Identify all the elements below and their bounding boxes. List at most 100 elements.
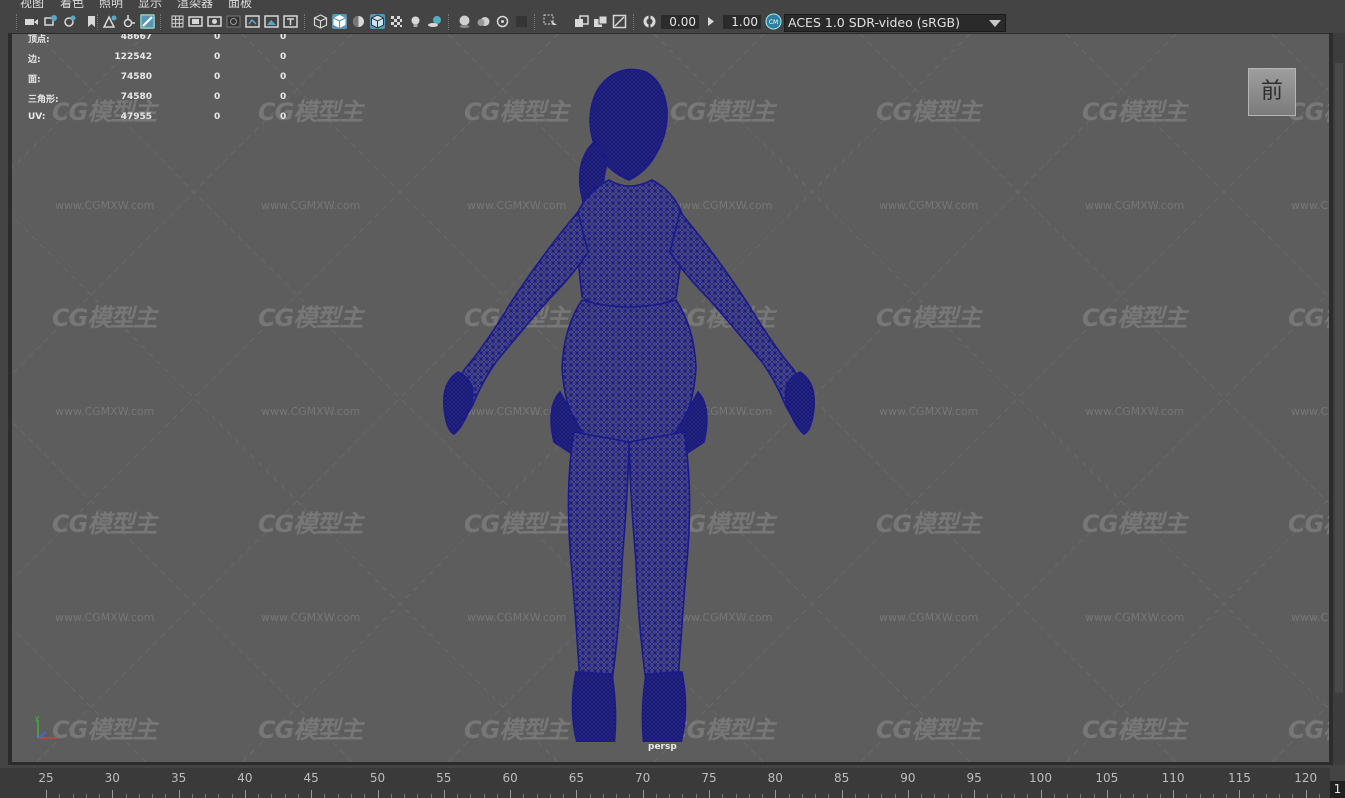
color-space-value: ACES 1.0 SDR-video (sRGB) bbox=[788, 15, 960, 30]
use-default-material-icon[interactable] bbox=[351, 14, 366, 29]
timeline-tick bbox=[377, 790, 379, 798]
timeline-minor-tick bbox=[1226, 794, 1228, 798]
watermark-logo: CG模型主 bbox=[876, 716, 981, 744]
menu-shading[interactable]: 着色 bbox=[60, 0, 84, 8]
menu-view[interactable]: 视图 bbox=[20, 0, 44, 8]
field-chart-icon[interactable] bbox=[245, 14, 260, 29]
screen-space-ao-icon[interactable] bbox=[457, 14, 472, 29]
watermark-url: www.CGMXW.com bbox=[879, 611, 979, 624]
timeline-minor-tick bbox=[1133, 794, 1135, 798]
timeline-minor-tick bbox=[324, 794, 326, 798]
menu-renderer[interactable]: 渲染器 bbox=[177, 0, 213, 8]
textured-icon[interactable] bbox=[389, 14, 404, 29]
watermark-url: www.CGMXW.com bbox=[1085, 405, 1185, 418]
timeline-minor-tick bbox=[191, 794, 193, 798]
timeline-tick bbox=[907, 790, 909, 798]
hud-value-selected: 0 bbox=[214, 34, 221, 42]
timeline-tick-label: 105 bbox=[1095, 771, 1119, 785]
depth-of-field-icon[interactable] bbox=[514, 14, 529, 29]
chevron-down-icon[interactable] bbox=[989, 20, 1001, 27]
timeline-minor-tick bbox=[815, 794, 817, 798]
toolbar-separator bbox=[97, 14, 100, 30]
menu-show[interactable]: 显示 bbox=[138, 0, 162, 8]
menu-panels[interactable]: 面板 bbox=[228, 0, 252, 8]
gate-mask-icon[interactable] bbox=[226, 14, 241, 29]
timeline-minor-tick bbox=[1186, 794, 1188, 798]
current-frame-field[interactable]: 1 bbox=[1330, 781, 1345, 798]
color-management-icon[interactable]: CM bbox=[765, 13, 782, 30]
shadows-icon[interactable] bbox=[427, 14, 442, 29]
watermark-url: www.CGMXW.com bbox=[1085, 611, 1185, 624]
wireframe-on-shaded-icon[interactable] bbox=[370, 14, 385, 29]
safe-action-icon[interactable] bbox=[264, 14, 279, 29]
hud-value-selected: 0 bbox=[214, 72, 221, 82]
resolution-gate-icon[interactable] bbox=[207, 14, 222, 29]
watermark-logo: CG模型主 bbox=[1082, 98, 1187, 126]
timeline-minor-tick bbox=[682, 794, 684, 798]
isolate-select-icon[interactable] bbox=[543, 14, 558, 29]
hud-row: 边: 122542 0 0 bbox=[28, 52, 288, 72]
timeline-tick-label: 25 bbox=[38, 771, 54, 785]
hud-value-object: 74580 bbox=[120, 72, 152, 82]
hud-value-object: 122542 bbox=[114, 52, 152, 62]
timeline-tick-label: 100 bbox=[1029, 771, 1052, 785]
2d-pan-zoom-icon[interactable] bbox=[102, 14, 117, 29]
model-right-boot bbox=[641, 671, 687, 742]
wireframe-character-model[interactable] bbox=[424, 62, 824, 742]
gamma-field[interactable]: 1.00 bbox=[723, 15, 761, 29]
timeline-minor-tick bbox=[987, 794, 989, 798]
timeline-minor-tick bbox=[722, 794, 724, 798]
menu-lighting[interactable]: 照明 bbox=[99, 0, 123, 8]
scrollbar-thumb[interactable] bbox=[1335, 63, 1343, 693]
menu-bar: 视图 着色 照明 显示 渲染器 面板 bbox=[0, 0, 1345, 8]
motion-blur-icon[interactable] bbox=[476, 14, 491, 29]
camera-attributes-icon[interactable] bbox=[43, 14, 58, 29]
wireframe-icon[interactable] bbox=[313, 14, 328, 29]
timeline-minor-tick bbox=[496, 794, 498, 798]
viewport-scrollbar[interactable] bbox=[1333, 33, 1345, 765]
gamma-icon[interactable] bbox=[704, 14, 719, 29]
watermark-line bbox=[12, 421, 353, 762]
grease-pencil-icon[interactable] bbox=[121, 14, 136, 29]
brush-tool-icon[interactable] bbox=[140, 14, 155, 29]
camera-name-label: persp bbox=[648, 742, 677, 752]
safe-title-icon[interactable] bbox=[283, 14, 298, 29]
xray-icon[interactable] bbox=[574, 14, 589, 29]
xray-joints-icon[interactable] bbox=[593, 14, 608, 29]
anti-aliasing-icon[interactable] bbox=[495, 14, 510, 29]
color-space-dropdown[interactable]: ACES 1.0 SDR-video (sRGB) bbox=[784, 14, 1006, 32]
timeline-tick bbox=[709, 790, 710, 798]
backface-culling-icon[interactable] bbox=[612, 14, 627, 29]
timeline-tick-label: 55 bbox=[436, 771, 452, 785]
timeline-tick bbox=[841, 790, 843, 798]
timeline-minor-tick bbox=[231, 794, 233, 798]
model-left-hand bbox=[442, 371, 474, 435]
timeline-tick bbox=[1239, 790, 1241, 798]
perspective-viewport[interactable]: CG模型主 CG模型主 CG模型主 CG模型主 www.CGMXW.com www.CGM… bbox=[12, 34, 1329, 762]
grid-icon[interactable] bbox=[170, 14, 185, 29]
timeline-minor-tick bbox=[1146, 794, 1148, 798]
timeline-minor-tick bbox=[1067, 794, 1069, 798]
model-torso bbox=[573, 179, 687, 313]
hud-label: 边: bbox=[28, 55, 41, 65]
timeline-minor-tick bbox=[457, 794, 459, 798]
smooth-shade-icon[interactable] bbox=[332, 14, 347, 29]
timeline-minor-tick bbox=[1292, 794, 1294, 798]
timeline-minor-tick bbox=[72, 794, 74, 798]
select-camera-icon[interactable] bbox=[24, 14, 39, 29]
watermark-logo: CG模型主 bbox=[52, 510, 157, 538]
bookmark-icon[interactable] bbox=[62, 14, 77, 29]
time-slider[interactable]: 25 30 35 40 45 50 55 60 65 70 75 80 85 90 95 100 105 110 1… bbox=[0, 768, 1330, 798]
watermark-url: www.CGMXW.com bbox=[1291, 199, 1329, 212]
use-all-lights-icon[interactable] bbox=[408, 14, 423, 29]
film-gate-icon[interactable] bbox=[188, 14, 203, 29]
model-right-hand bbox=[784, 371, 816, 435]
hud-row: UV: 47955 0 0 bbox=[28, 112, 288, 132]
watermark-logo: CG模型主 bbox=[258, 510, 363, 538]
timeline-minor-tick bbox=[125, 794, 127, 798]
exposure-icon[interactable] bbox=[642, 14, 657, 29]
timeline-minor-tick bbox=[669, 794, 671, 798]
exposure-field[interactable]: 0.00 bbox=[661, 15, 699, 29]
timeline-minor-tick bbox=[1199, 794, 1201, 798]
view-cube-front[interactable]: 前 bbox=[1248, 68, 1296, 116]
